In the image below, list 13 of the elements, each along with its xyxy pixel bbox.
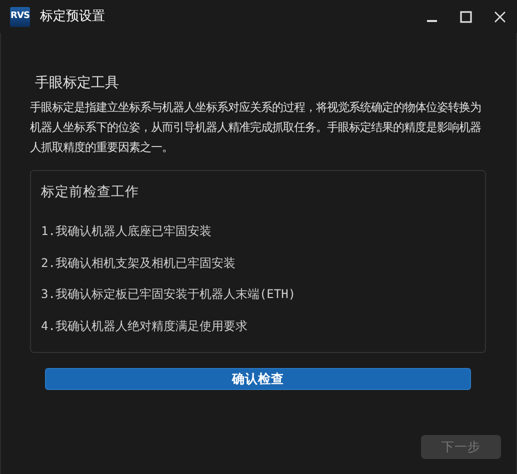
confirm-button[interactable]: 确认检查 <box>45 368 471 390</box>
panel-title: 标定前检查工作 <box>41 183 140 202</box>
close-icon <box>494 10 506 22</box>
maximize-icon <box>460 10 472 22</box>
description-text: 手眼标定是指建立坐标系与机器人坐标系对应关系的过程，将视觉系统确定的物体位姿转换为机器人坐标系下的位姿，从而引导机器人精准完成抓取任务。手眼标定结果的精度是影响机器人抓取精度的重要因素之一。 <box>30 100 482 156</box>
window-title: 标定预设置 <box>40 8 105 26</box>
checklist-item: 2.我确认相机支架及相机已牢固安装 <box>41 254 236 272</box>
checklist-item: 1.我确认机器人底座已牢固安装 <box>41 223 212 240</box>
minimize-icon <box>427 20 437 22</box>
checklist-item: 3.我确认标定板已牢固安装于机器人末端(ETH) <box>41 286 297 304</box>
app-logo: RVS <box>10 6 30 26</box>
section-heading: 手眼标定工具 <box>35 74 120 93</box>
checklist-item: 4.我确认机器人绝对精度满足使用要求 <box>41 318 248 335</box>
